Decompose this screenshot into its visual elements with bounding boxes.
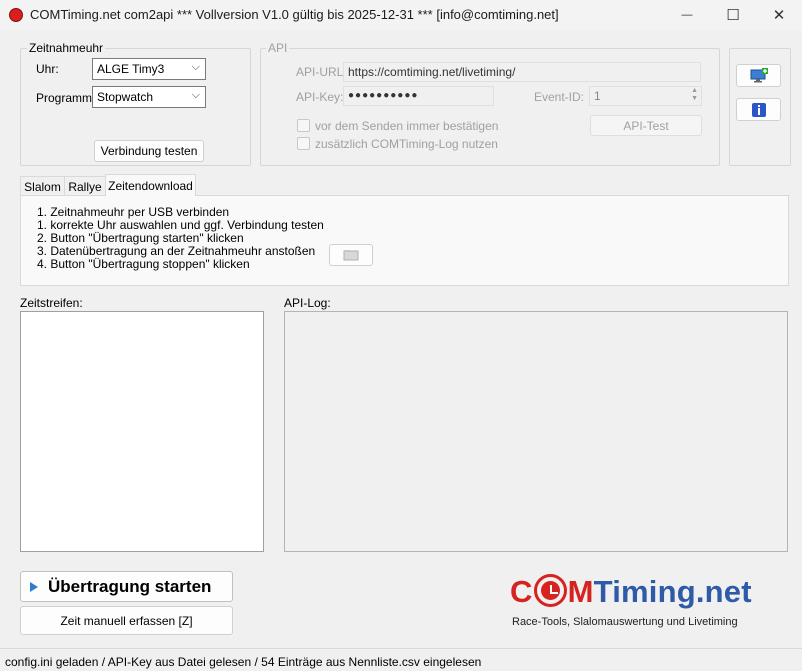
api-url-field[interactable]: https://comtiming.net/livetiming/ (343, 62, 701, 82)
minimize-button[interactable]: — (664, 0, 710, 30)
api-log-label: API-Log: (284, 296, 331, 310)
uhr-label: Uhr: (36, 62, 59, 76)
programm-select-value: Stopwatch (97, 90, 154, 104)
api-test-button[interactable]: API-Test (590, 115, 702, 136)
confirm-checkbox-label: vor dem Senden immer bestätigen (315, 119, 499, 133)
zeitstreifen-list[interactable] (20, 311, 264, 552)
maximize-icon: ☐ (726, 7, 740, 24)
event-id-value: 1 (594, 89, 601, 103)
folder-icon (343, 250, 359, 261)
clock-icon (533, 574, 567, 607)
status-bar: config.ini geladen / API-Key aus Datei g… (0, 648, 802, 671)
manual-time-button[interactable]: Zeit manuell erfassen [Z] (20, 606, 233, 635)
api-key-field[interactable]: ●●●●●●●●●● (343, 86, 494, 106)
event-id-label: Event-ID: (534, 90, 585, 104)
logo-text-c: C (510, 574, 533, 609)
tab-rallye[interactable]: Rallye (64, 176, 106, 196)
info-button[interactable] (736, 98, 781, 121)
minimize-icon: — (681, 9, 693, 21)
close-icon: ✕ (772, 7, 786, 24)
uhr-select-value: ALGE Timy3 (97, 62, 165, 76)
window-title: COMTiming.net com2api *** Vollversion V1… (30, 7, 559, 22)
start-transfer-button[interactable]: Übertragung starten (20, 571, 233, 602)
programm-label: Programm: (36, 91, 96, 105)
monitor-add-button[interactable] (736, 64, 781, 87)
comtiming-log-checkbox-label: zusätzlich COMTiming-Log nutzen (315, 137, 498, 151)
zeitnahmeuhr-group-label: Zeitnahmeuhr (27, 41, 106, 55)
comtiming-log-checkbox[interactable] (297, 137, 310, 150)
play-arrow-icon (30, 581, 38, 592)
zeitstreifen-label: Zeitstreifen: (20, 296, 83, 310)
uhr-select[interactable]: ALGE Timy3 ⌵ (92, 58, 206, 80)
close-button[interactable]: ✕ (756, 0, 802, 30)
programm-select[interactable]: Stopwatch ⌵ (92, 86, 206, 108)
logo-subtitle: Race-Tools, Slalomauswertung und Livetim… (512, 616, 738, 628)
info-icon (751, 102, 766, 117)
chevron-down-icon: ⌵ (191, 61, 200, 73)
maximize-button[interactable]: ☐ (710, 0, 756, 30)
app-icon (9, 8, 23, 22)
monitor-add-icon (750, 67, 768, 82)
logo-text-timing: Timing.net (593, 574, 752, 609)
comtiming-logo: C MTiming.net (510, 574, 752, 610)
api-group-label: API (266, 41, 290, 55)
confirm-checkbox[interactable] (297, 119, 310, 132)
title-bar: COMTiming.net com2api *** Vollversion V1… (0, 0, 802, 30)
logo-text-m: M (567, 574, 594, 609)
tab-zeitendownload[interactable]: Zeitendownload (105, 174, 196, 196)
api-url-label: API-URL: (296, 65, 347, 79)
tab-slalom[interactable]: Slalom (20, 176, 65, 196)
api-log-list[interactable] (284, 311, 788, 552)
chevron-down-icon: ⌵ (191, 89, 200, 101)
event-id-field[interactable]: 1 ▲ ▼ (589, 86, 702, 106)
spinner-arrows-icon[interactable]: ▲ ▼ (691, 87, 698, 103)
folder-button[interactable] (329, 244, 373, 266)
instruction-line: 4. Button "Übertragung stoppen" klicken (37, 257, 250, 271)
api-key-label: API-Key: (296, 90, 344, 104)
verbindung-testen-button[interactable]: Verbindung testen (94, 140, 204, 162)
start-transfer-label: Übertragung starten (48, 576, 212, 596)
